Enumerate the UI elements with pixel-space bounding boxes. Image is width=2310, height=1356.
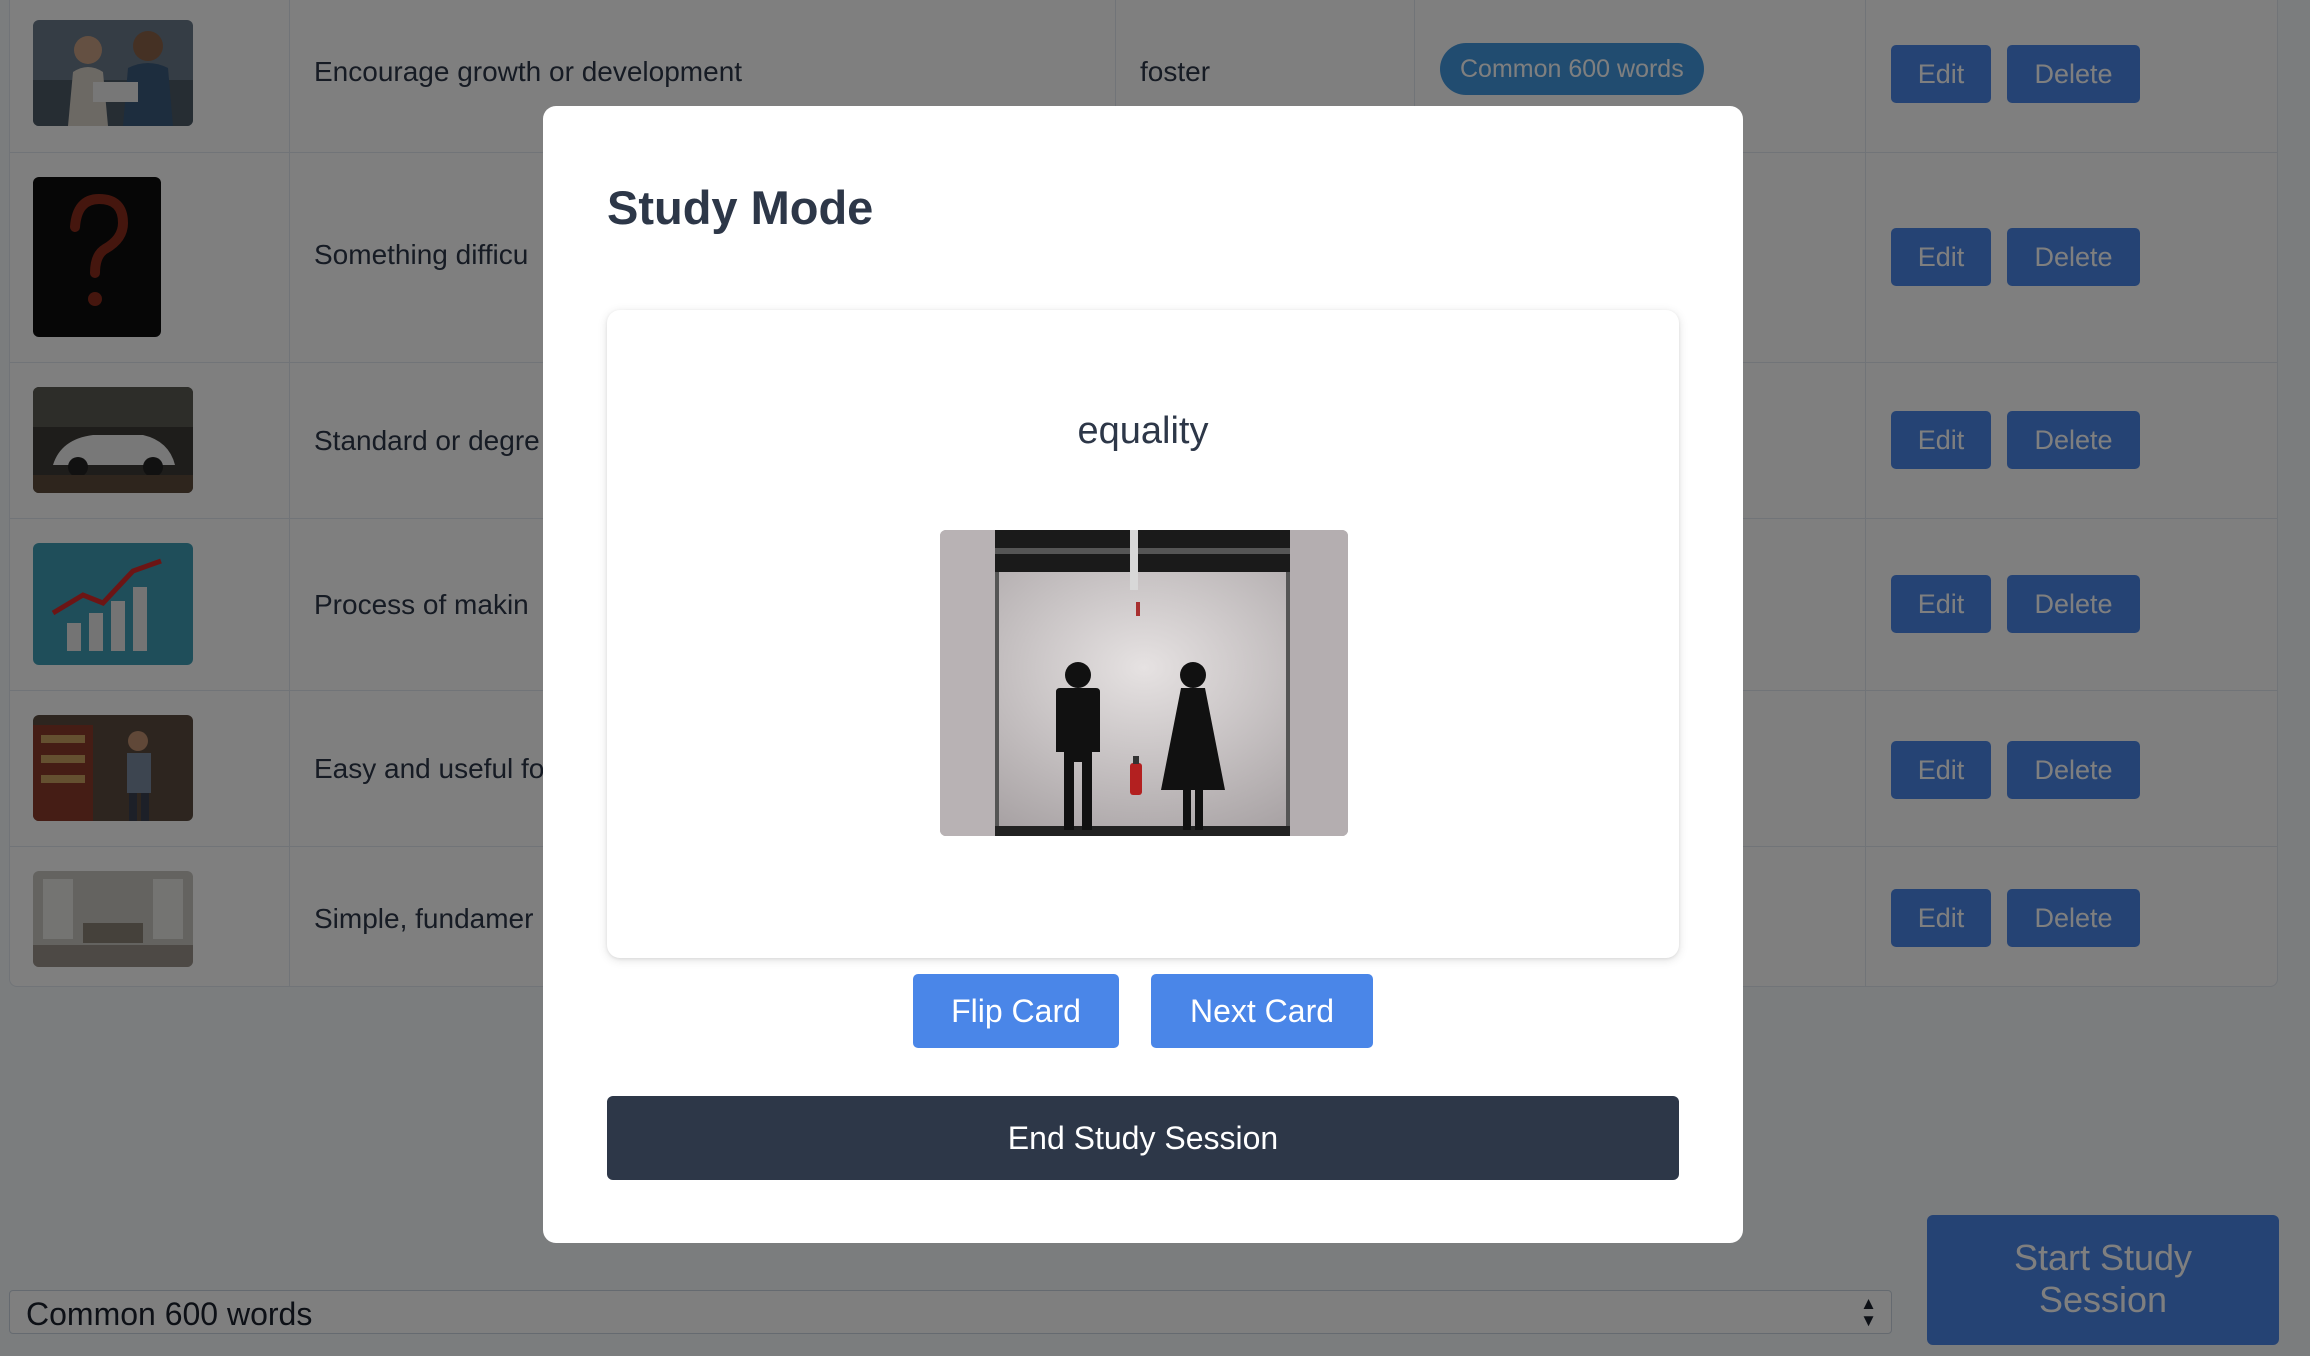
flashcard[interactable]: equality xyxy=(607,310,1679,958)
card-word: equality xyxy=(1077,410,1209,452)
flip-card-button[interactable]: Flip Card xyxy=(913,974,1119,1048)
end-study-session-button[interactable]: End Study Session xyxy=(607,1096,1679,1180)
restroom-signs-photo-icon xyxy=(940,530,1348,836)
modal-title: Study Mode xyxy=(607,181,874,234)
study-mode-modal: Study Mode equality Flip Card Next Card … xyxy=(543,106,1743,1243)
next-card-button[interactable]: Next Card xyxy=(1151,974,1373,1048)
